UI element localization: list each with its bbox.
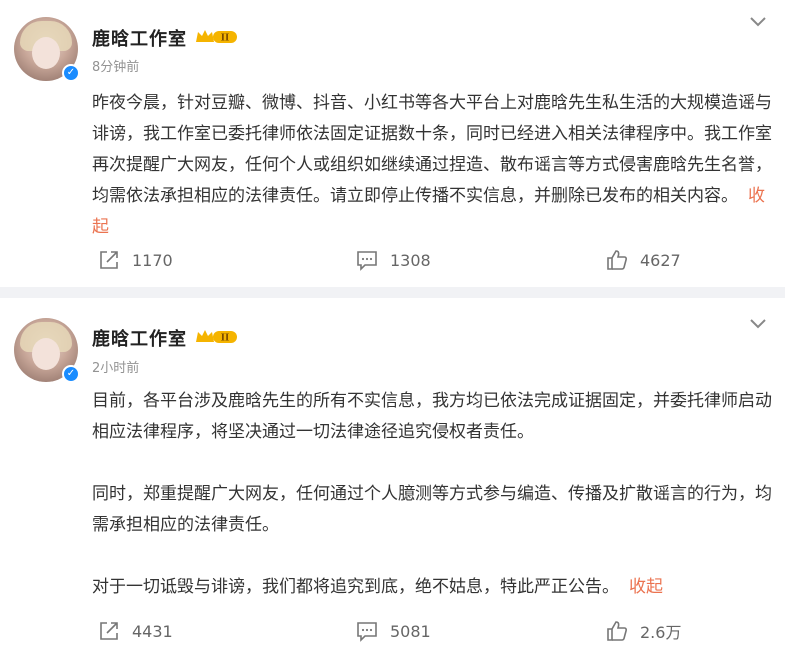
repost-count: 1170 xyxy=(132,250,173,270)
thumbs-up-icon xyxy=(607,250,627,270)
post-time[interactable]: 2小时前 xyxy=(92,357,139,376)
post-text: 昨夜今晨，针对豆瓣、微博、抖音、小红书等各大平台上对鹿晗先生私生活的大规模造谣与… xyxy=(92,88,772,243)
comment-button[interactable]: 1308 xyxy=(356,245,431,275)
like-count: 4627 xyxy=(640,250,681,270)
comment-icon xyxy=(357,251,377,271)
crown-badge-icon: II xyxy=(196,330,237,344)
crown-badge-icon: II xyxy=(196,30,237,44)
svg-text:II: II xyxy=(221,334,229,344)
avatar-face xyxy=(32,37,60,69)
post-paragraph: 对于一切诋毁与诽谤，我们都将追究到底，绝不姑息，特此严正公告。 xyxy=(92,577,619,597)
like-button[interactable]: 2.6万 xyxy=(606,616,681,646)
like-count: 2.6万 xyxy=(640,623,682,642)
repost-button[interactable]: 1170 xyxy=(98,245,173,275)
action-bar: 4431 5081 2.6万 xyxy=(0,616,785,646)
author-name[interactable]: 鹿晗工作室 xyxy=(92,25,187,51)
post-text: 目前，各平台涉及鹿晗先生的所有不实信息，我方均已依法完成证据固定，并委托律师启动… xyxy=(92,386,772,603)
post-paragraph: 同时，郑重提醒广大网友，任何通过个人臆测等方式参与编造、传播及扩散谣言的行为，均… xyxy=(92,484,772,535)
avatar-face xyxy=(32,338,60,370)
post-card-1: ✓ 鹿晗工作室 II 8分钟前 昨夜今晨，针对豆瓣、微博、抖音、小红书等各大平台… xyxy=(0,0,785,287)
post-time[interactable]: 8分钟前 xyxy=(92,56,139,75)
chevron-down-icon[interactable] xyxy=(749,16,767,28)
comment-icon xyxy=(357,622,377,642)
collapse-link[interactable]: 收起 xyxy=(629,577,663,597)
repost-icon xyxy=(100,251,118,269)
action-bar: 1170 1308 4627 xyxy=(0,245,785,275)
post-card-2: ✓ 鹿晗工作室 II 2小时前 目前，各平台涉及鹿晗先生的所有不实信息，我方均已… xyxy=(0,298,785,648)
repost-icon xyxy=(100,622,118,640)
repost-count: 4431 xyxy=(132,621,173,641)
svg-text:II: II xyxy=(221,34,229,44)
chevron-down-icon[interactable] xyxy=(749,318,767,330)
comment-button[interactable]: 5081 xyxy=(356,616,431,646)
author-name[interactable]: 鹿晗工作室 xyxy=(92,325,187,351)
like-button[interactable]: 4627 xyxy=(606,245,681,275)
thumbs-up-icon xyxy=(607,621,627,641)
comment-count: 5081 xyxy=(390,621,431,641)
post-paragraph: 昨夜今晨，针对豆瓣、微博、抖音、小红书等各大平台上对鹿晗先生私生活的大规模造谣与… xyxy=(92,93,772,206)
post-paragraph: 目前，各平台涉及鹿晗先生的所有不实信息，我方均已依法完成证据固定，并委托律师启动… xyxy=(92,391,772,442)
comment-count: 1308 xyxy=(390,250,431,270)
repost-button[interactable]: 4431 xyxy=(98,616,173,646)
verified-icon: ✓ xyxy=(62,64,80,82)
verified-icon: ✓ xyxy=(62,365,80,383)
